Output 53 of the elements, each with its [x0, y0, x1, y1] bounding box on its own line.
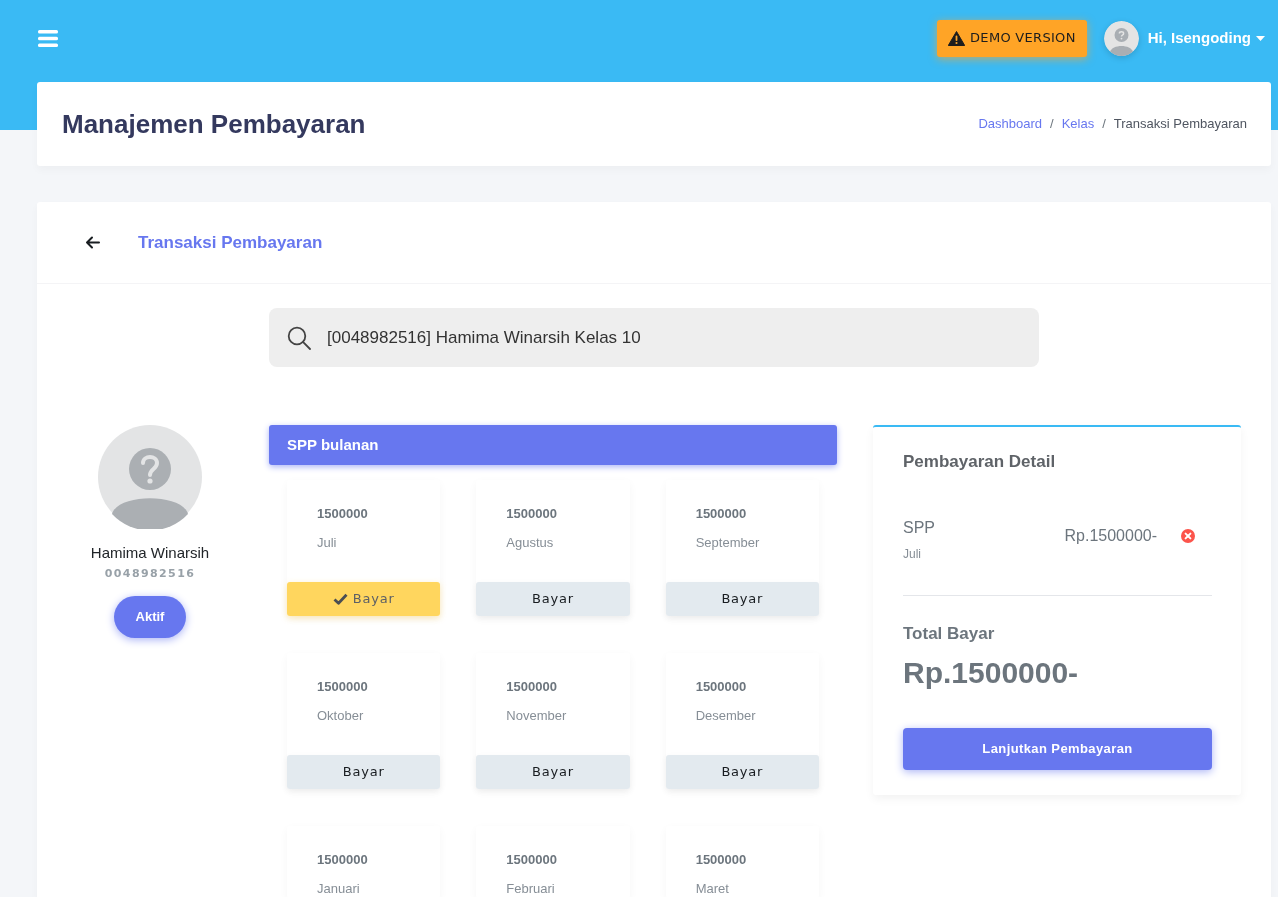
detail-title: Pembayaran Detail — [903, 451, 1057, 473]
amount-text: 1500000 — [695, 505, 748, 523]
amount-text: 1500000 — [506, 505, 558, 523]
amount-text: 1500000 — [695, 678, 748, 696]
breadcrumb-separator: / — [1101, 115, 1107, 134]
warning-icon — [948, 30, 966, 46]
amount-text: 1500000 — [506, 678, 558, 696]
item-name: SPP — [903, 518, 935, 538]
menu-icon[interactable] — [38, 29, 58, 47]
caret-icon — [1256, 35, 1265, 41]
pay-button[interactable]: Bayar — [665, 755, 819, 789]
breadcrumb-separator: / — [1049, 115, 1055, 134]
pay-button[interactable]: Bayar — [287, 755, 441, 789]
amount-text: 1500000 — [695, 851, 748, 869]
student-id: 0048982516 — [104, 567, 196, 581]
demo-version-button[interactable]: DEMO VERSION — [937, 19, 1087, 57]
total-amount: Rp.1500000- — [903, 655, 1080, 691]
pay-button[interactable]: Bayar — [476, 755, 630, 789]
status-button[interactable]: Aktif — [114, 596, 186, 638]
month-label: Januari — [317, 880, 361, 897]
month-label: Agustus — [506, 534, 555, 552]
section-header: SPP bulanan — [269, 425, 837, 465]
avatar-icon — [98, 425, 202, 529]
check-icon — [332, 593, 348, 605]
item-amount: Rp.1500000- — [1064, 526, 1157, 546]
search-icon — [287, 326, 311, 350]
pay-button[interactable]: Bayar — [665, 582, 819, 616]
student-name: Hamima Winarsih — [90, 544, 210, 562]
breadcrumb-link[interactable]: Dashboard — [978, 114, 1043, 134]
avatar-icon — [1103, 20, 1139, 56]
search-field[interactable]: [0048982516] Hamima Winarsih Kelas 10 — [269, 308, 1039, 367]
month-label: Februari — [506, 880, 556, 897]
month-label: September — [695, 534, 761, 552]
continue-payment-button[interactable]: Lanjutkan Pembayaran — [903, 728, 1212, 770]
back-arrow-icon[interactable] — [85, 236, 100, 249]
amount-text: 1500000 — [317, 678, 369, 696]
amount-text: 1500000 — [317, 851, 369, 869]
breadcrumb-link[interactable]: Kelas — [1061, 114, 1095, 134]
amount-text: 1500000 — [317, 505, 369, 523]
amount-text: 1500000 — [506, 851, 558, 869]
page-title: Manajemen Pembayaran — [62, 107, 366, 141]
month-label: November — [506, 707, 568, 725]
item-month: Juli — [903, 547, 921, 561]
card-title: Transaksi Pembayaran — [138, 231, 323, 254]
pay-button[interactable]: Bayar — [287, 582, 441, 616]
month-label: Desember — [695, 707, 757, 725]
remove-icon[interactable] — [1181, 529, 1195, 543]
month-label: Maret — [695, 880, 730, 897]
month-label: Oktober — [317, 707, 365, 725]
month-label: Juli — [317, 534, 338, 552]
pay-button[interactable]: Bayar — [476, 582, 630, 616]
total-label: Total Bayar — [903, 624, 996, 644]
breadcrumb-current: Transaksi Pembayaran — [1113, 115, 1247, 134]
